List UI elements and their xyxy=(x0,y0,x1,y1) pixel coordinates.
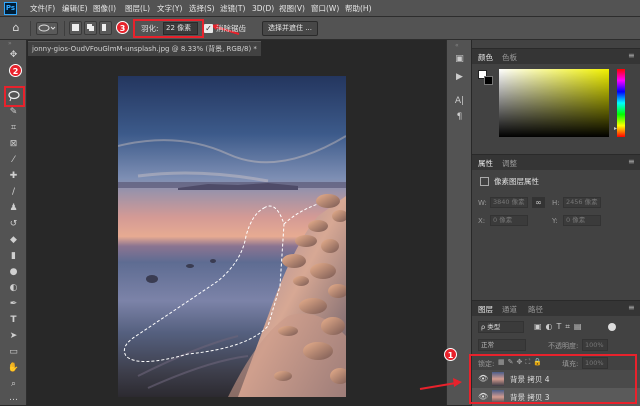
type-tool-icon[interactable]: T xyxy=(5,314,22,327)
document-image[interactable] xyxy=(118,76,346,397)
opacity-label: 不透明度: xyxy=(548,342,579,350)
right-panels: 颜色 色板 ≡ ▸ 属性 调整 ≡ 像素图层属性 W: 3840 像素 ∞ H:… xyxy=(472,40,640,406)
prop-w-field[interactable]: 3840 像素 xyxy=(490,197,528,208)
menu-type[interactable]: 文字(Y) xyxy=(157,3,182,15)
antialias-checkbox[interactable]: ✓ xyxy=(204,24,213,33)
zoom-tool-icon[interactable]: ⌕ xyxy=(5,378,22,391)
panel-collapse-icon[interactable]: « xyxy=(455,42,459,49)
rectangle-tool-icon[interactable]: ▭ xyxy=(5,346,22,359)
menu-layer[interactable]: 图层(L) xyxy=(125,3,150,15)
properties-title: 像素图层属性 xyxy=(494,177,539,186)
layers-panel-header: 图层 通道 路径 ≡ xyxy=(472,300,640,316)
lasso-preset-icon xyxy=(38,24,56,32)
menu-select[interactable]: 选择(S) xyxy=(189,3,215,15)
toolbar-collapse-icon[interactable]: » xyxy=(8,41,19,47)
hue-slider-handle[interactable]: ▸ xyxy=(614,125,617,132)
menu-filter[interactable]: 滤镜(T) xyxy=(220,3,245,15)
more-tools-icon[interactable]: … xyxy=(5,392,22,405)
menu-window[interactable]: 窗口(W) xyxy=(311,3,339,15)
prop-w-label: W: xyxy=(478,199,487,207)
callout-arrow-1 xyxy=(419,378,462,390)
opacity-field[interactable]: 100% xyxy=(582,339,608,351)
layer-filter-icons[interactable]: ▣◐T⌗▤ xyxy=(534,321,614,333)
paragraph-panel-icon[interactable]: ¶ xyxy=(453,112,466,123)
frame-tool-icon[interactable]: ⊠ xyxy=(5,138,22,151)
menu-file[interactable]: 文件(F) xyxy=(30,3,55,15)
landscape-photo xyxy=(118,135,346,397)
move-tool-icon[interactable]: ✥ xyxy=(5,49,22,62)
dodge-tool-icon[interactable]: ◐ xyxy=(5,282,22,295)
tools-panel: » ✥ 2 ✎ ⌗ ⊠ ⁄ ✚ / ♟ ↺ ◆ ▮ ● ◐ ✒ T ➤ ▭ ✋ … xyxy=(0,40,27,405)
menu-edit[interactable]: 编辑(E) xyxy=(62,3,88,15)
blend-mode-select[interactable]: 正常 xyxy=(478,339,526,351)
character-panel-icon[interactable]: A| xyxy=(453,96,466,107)
color-panel-header: 颜色 色板 ≡ xyxy=(472,48,640,64)
tab-layers[interactable]: 图层 xyxy=(478,304,493,315)
pen-tool-icon[interactable]: ✒ xyxy=(5,298,22,311)
photoshop-logo: Ps xyxy=(4,2,17,15)
callout-badge-2: 2 xyxy=(9,64,22,77)
antialias-label: 消除锯齿 xyxy=(216,24,246,33)
menu-image[interactable]: 图像(I) xyxy=(93,3,116,15)
tab-channels[interactable]: 通道 xyxy=(502,304,517,315)
home-icon[interactable]: ⌂ xyxy=(9,21,23,35)
prop-x-label: X: xyxy=(478,217,486,225)
actions-panel-icon[interactable]: ▶ xyxy=(453,72,466,83)
tab-swatches[interactable]: 色板 xyxy=(502,52,517,63)
select-and-mask-button[interactable]: 选择并遮住 ... xyxy=(262,21,318,36)
brush-tool-icon[interactable]: / xyxy=(5,186,22,199)
prop-y-label: Y: xyxy=(552,217,558,225)
layers-panel-menu-icon[interactable]: ≡ xyxy=(628,303,635,312)
pixel-layer-icon xyxy=(480,177,489,186)
tab-paths[interactable]: 路径 xyxy=(528,304,543,315)
callout-badge-1: 1 xyxy=(444,348,457,361)
new-selection-button[interactable] xyxy=(69,21,82,35)
feather-label: 羽化: xyxy=(141,24,159,33)
path-selection-tool-icon[interactable]: ➤ xyxy=(5,330,22,343)
menu-3d[interactable]: 3D(D) xyxy=(252,3,274,15)
color-picker-field[interactable] xyxy=(499,69,609,137)
lasso-tool-icon[interactable] xyxy=(5,90,22,103)
clone-stamp-tool-icon[interactable]: ♟ xyxy=(5,202,22,215)
filter-toggle-icon[interactable] xyxy=(608,323,616,331)
callout-badge-3: 3 xyxy=(116,21,129,34)
tab-properties[interactable]: 属性 xyxy=(478,158,493,169)
prop-y-field[interactable]: 0 像素 xyxy=(563,215,601,226)
hand-tool-icon[interactable]: ✋ xyxy=(5,362,22,375)
healing-brush-tool-icon[interactable]: ✚ xyxy=(5,170,22,183)
prop-x-field[interactable]: 0 像素 xyxy=(490,215,528,226)
add-selection-button[interactable] xyxy=(84,21,97,35)
layer-filter-select[interactable]: ρ 类型 xyxy=(478,321,524,333)
tool-preset-picker[interactable] xyxy=(36,22,58,35)
tab-color[interactable]: 颜色 xyxy=(478,52,493,63)
feather-input[interactable]: 22 像素 xyxy=(163,22,198,35)
crop-tool-icon[interactable]: ⌗ xyxy=(5,122,22,135)
prop-h-label: H: xyxy=(552,199,560,207)
background-swatch[interactable] xyxy=(484,76,493,85)
eraser-tool-icon[interactable]: ◆ xyxy=(5,234,22,247)
properties-panel-header: 属性 调整 ≡ xyxy=(472,154,640,170)
prop-h-field[interactable]: 2456 像素 xyxy=(563,197,601,208)
layers-callout-box xyxy=(469,354,637,404)
menu-help[interactable]: 帮助(H) xyxy=(345,3,372,15)
options-bar: ⌂ 3 羽化: 22 像素 ✓ 消除锯齿 选择并遮住 ... xyxy=(0,17,640,40)
blur-tool-icon[interactable]: ● xyxy=(5,266,22,279)
color-panel-menu-icon[interactable]: ≡ xyxy=(628,51,635,60)
menu-view[interactable]: 视图(V) xyxy=(279,3,305,15)
tab-adjustments[interactable]: 调整 xyxy=(502,158,517,169)
document-tab[interactable]: jonny-gios-OudVFouGlmM-unsplash.jpg @ 8.… xyxy=(28,41,261,56)
menu-bar: Ps 文件(F) 编辑(E) 图像(I) 图层(L) 文字(Y) 选择(S) 滤… xyxy=(0,0,640,17)
subtract-selection-button[interactable] xyxy=(99,21,112,35)
history-brush-tool-icon[interactable]: ↺ xyxy=(5,218,22,231)
gradient-tool-icon[interactable]: ▮ xyxy=(5,250,22,263)
properties-panel-menu-icon[interactable]: ≡ xyxy=(628,157,635,166)
link-dimensions-icon[interactable]: ∞ xyxy=(532,197,545,208)
eyedropper-tool-icon[interactable]: ⁄ xyxy=(5,154,22,167)
history-panel-icon[interactable]: ▣ xyxy=(453,54,466,65)
hue-slider[interactable] xyxy=(617,69,625,137)
document-title: jonny-gios-OudVFouGlmM-unsplash.jpg @ 8.… xyxy=(32,45,257,53)
quick-selection-tool-icon[interactable]: ✎ xyxy=(5,106,22,119)
